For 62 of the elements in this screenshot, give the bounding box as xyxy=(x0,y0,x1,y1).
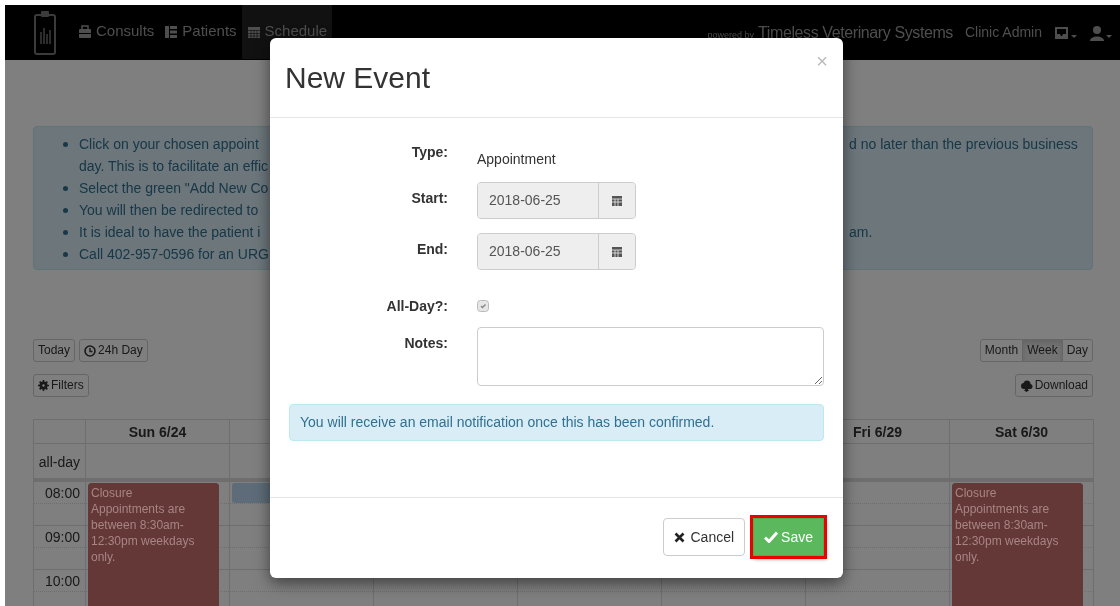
field-label: All-Day?: xyxy=(385,297,448,316)
check-icon xyxy=(764,531,779,543)
field-label: Start: xyxy=(410,189,448,208)
notice-text: day. This is to facilitate an effic xyxy=(79,158,269,174)
view-button[interactable]: Month xyxy=(979,339,1024,362)
calendar-icon xyxy=(246,24,261,39)
download-button[interactable]: Download xyxy=(1014,374,1093,397)
clipboard-logo-icon xyxy=(33,9,57,56)
list-icon xyxy=(164,24,179,39)
gear-icon xyxy=(38,380,49,391)
notice-text: Select the green "Add New Co xyxy=(79,180,269,196)
date-field[interactable]: 2018-06-25 xyxy=(477,182,636,219)
time-label: 09:00 xyxy=(44,529,80,545)
event-title: Closure xyxy=(955,485,998,501)
cancel-button[interactable]: Cancel xyxy=(663,518,746,556)
table-header-cell: Sun 6/24 xyxy=(86,419,230,444)
briefcase-icon xyxy=(78,24,92,39)
event-text: Appointments are between 8:30am-12:30pm weekdays only. xyxy=(91,501,196,565)
inbox-dropdown-icon xyxy=(1054,24,1078,41)
user-name-link[interactable]: Clinic Admin xyxy=(964,22,1042,43)
table-header-cell: Sat 6/30 xyxy=(950,419,1094,444)
field-label: Type: xyxy=(410,143,448,162)
view-button[interactable]: Week xyxy=(1022,339,1063,362)
bullet-icon xyxy=(63,208,68,213)
filters-button[interactable]: Filters xyxy=(33,374,89,397)
brand-name: Timeless Veterinary Systems xyxy=(758,22,953,43)
field-label: End: xyxy=(415,240,448,259)
bullet-icon xyxy=(63,252,68,257)
notes-field[interactable] xyxy=(477,327,824,386)
bullet-icon xyxy=(63,186,68,191)
event-text: Appointments are between 8:30am-12:30pm weekdays only. xyxy=(955,501,1060,565)
closure-event[interactable]: Closure Appointments are between 8:30am-12:30pm weekdays only. xyxy=(88,483,219,606)
notice-text: am. xyxy=(849,224,873,240)
notice-text: You will then be redirected to xyxy=(79,202,259,218)
date-field[interactable]: 2018-06-25 xyxy=(477,233,636,270)
field-label: Notes: xyxy=(403,334,448,353)
notice-text: Click on your chosen appoint xyxy=(79,136,259,152)
nav-link[interactable]: Consults xyxy=(73,5,160,59)
dialog-title: New Event xyxy=(285,60,431,96)
notice-text: It is ideal to have the patient i xyxy=(79,224,261,240)
closure-event[interactable]: Closure Appointments are between 8:30am-12:30pm weekdays only. xyxy=(952,483,1083,606)
time-format-button[interactable]: 24h Day xyxy=(79,339,148,362)
nav-link[interactable]: Patients xyxy=(159,5,242,59)
event-title: Closure xyxy=(91,485,134,501)
clock-icon xyxy=(84,344,97,357)
calendar-icon xyxy=(611,194,623,207)
time-label: 08:00 xyxy=(44,485,80,501)
calendar-icon xyxy=(611,245,623,258)
user-dropdown-icon xyxy=(1090,24,1112,41)
today-button[interactable]: Today xyxy=(33,339,76,362)
save-button[interactable]: Save xyxy=(753,518,824,556)
bullet-icon xyxy=(63,230,68,235)
bullet-icon xyxy=(63,142,68,147)
time-label: 10:00 xyxy=(44,573,80,589)
info-message: You will receive an email notification once this has been confirmed. xyxy=(289,404,824,441)
notice-text: Call 402-957-0596 for an URG xyxy=(79,246,269,262)
close-icon xyxy=(674,531,686,543)
notice-text: d no later than the previous business xyxy=(849,136,1078,152)
cloud-download-icon xyxy=(1019,379,1033,392)
view-button[interactable]: Day xyxy=(1061,339,1093,362)
type-value: Appointment xyxy=(477,151,556,167)
all-day-label: all-day xyxy=(34,444,86,482)
